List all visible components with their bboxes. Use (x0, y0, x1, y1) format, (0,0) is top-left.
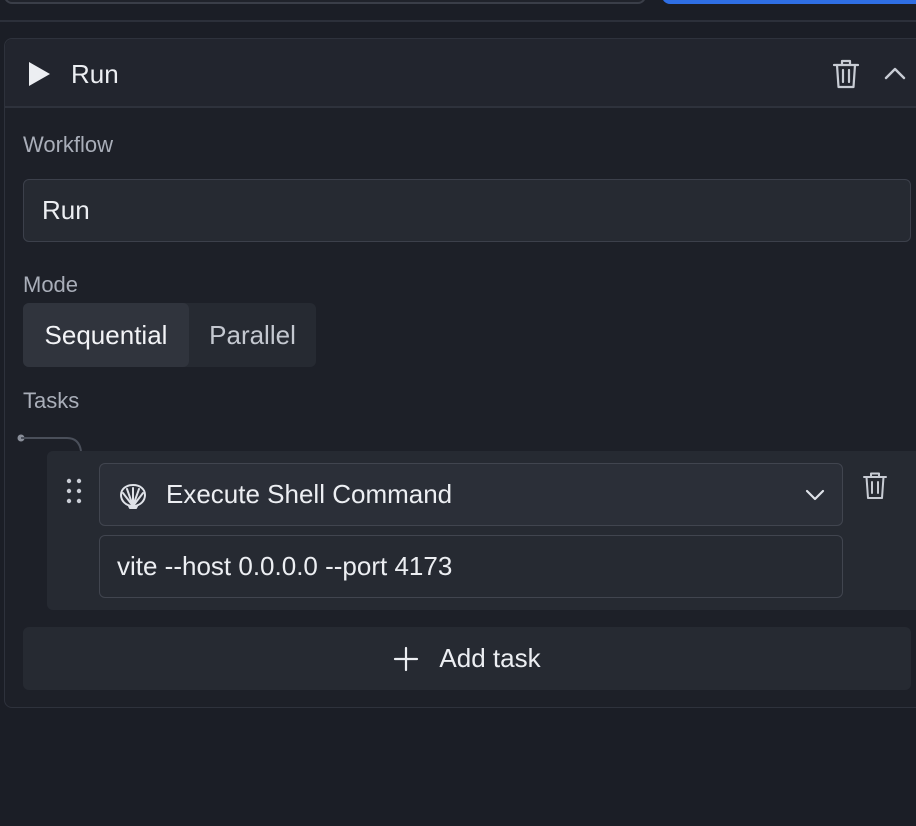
trash-icon[interactable] (861, 471, 889, 501)
workflow-card-header[interactable]: Run (5, 39, 916, 108)
drag-handle-icon[interactable] (65, 477, 83, 505)
task-item: Execute Shell Command vite --host 0.0.0.… (47, 451, 916, 610)
top-input-clipped[interactable] (4, 0, 646, 4)
tasks-label: Tasks (23, 388, 80, 413)
workflow-name-input[interactable]: Run (23, 179, 911, 242)
mode-option-parallel[interactable]: Parallel (189, 303, 316, 367)
top-divider (0, 20, 916, 22)
add-task-label: Add task (439, 643, 541, 673)
workflow-card-title: Run (71, 59, 119, 89)
shell-icon (120, 484, 146, 509)
task-type-select[interactable]: Execute Shell Command (99, 463, 843, 526)
play-icon (29, 62, 50, 86)
task-type-label: Execute Shell Command (166, 479, 453, 509)
workflow-card: Run Workflow Run Mode Sequential Paralle… (4, 38, 916, 708)
mode-option-sequential[interactable]: Sequential (23, 303, 189, 367)
mode-label: Mode (23, 272, 79, 297)
chevron-down-icon (805, 489, 825, 501)
workflow-label: Workflow (23, 132, 114, 157)
chevron-up-icon[interactable] (881, 61, 909, 85)
top-primary-button-clipped[interactable] (662, 0, 916, 4)
add-task-button[interactable]: Add task (23, 627, 911, 690)
shell-command-input[interactable]: vite --host 0.0.0.0 --port 4173 (99, 535, 843, 598)
mode-toggle: Sequential Parallel (23, 303, 316, 367)
trash-icon[interactable] (831, 58, 861, 90)
plus-icon (394, 646, 419, 671)
